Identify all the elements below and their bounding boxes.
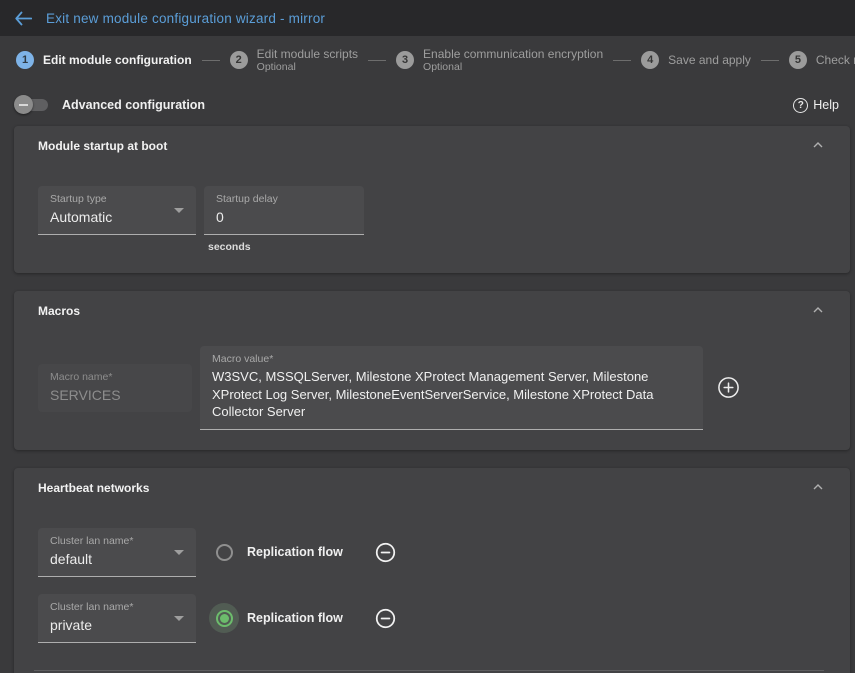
startup-type-value: Automatic (50, 208, 184, 226)
toggle-knob-minus-icon (14, 95, 33, 114)
cluster-lan-value: private (50, 616, 184, 634)
stepper-connector (368, 60, 386, 61)
startup-delay-label: Startup delay (216, 193, 352, 206)
cluster-lan-label: Cluster lan name* (50, 601, 184, 614)
step-number: 4 (641, 51, 659, 69)
question-mark-icon: ? (793, 98, 808, 113)
advanced-configuration-label: Advanced configuration (62, 98, 205, 112)
step-edit-module-scripts[interactable]: 2 Edit module scripts Optional (230, 48, 358, 73)
step-number: 5 (789, 51, 807, 69)
step-label: Save and apply (668, 54, 751, 67)
macros-row: Macro name* SERVICES Macro value* W3SVC,… (38, 346, 826, 430)
step-sublabel: Optional (423, 61, 603, 73)
chevron-down-icon (174, 616, 184, 621)
card-macros: Macros Macro name* SERVICES Macro value*… (14, 291, 850, 450)
add-macro-button[interactable] (717, 376, 740, 399)
radio-circle (216, 610, 233, 627)
startup-type-label: Startup type (50, 193, 184, 206)
replication-flow-radio[interactable] (209, 537, 239, 567)
step-enable-communication-encryption[interactable]: 3 Enable communication encryption Option… (396, 48, 603, 73)
circled-plus-icon (717, 376, 740, 399)
chevron-up-icon[interactable] (810, 304, 826, 316)
step-label: Check result (816, 54, 855, 67)
card-header: Module startup at boot (38, 139, 826, 153)
startup-type-select[interactable]: Startup type Automatic (38, 186, 196, 235)
startup-delay-value: 0 (216, 208, 352, 226)
step-label: Edit module configuration (43, 54, 192, 67)
chevron-down-icon (174, 208, 184, 213)
startup-fields-row: Startup type Automatic Startup delay 0 s… (38, 186, 826, 253)
macro-name-label: Macro name* (50, 371, 180, 384)
step-number: 2 (230, 51, 248, 69)
step-save-and-apply[interactable]: 4 Save and apply (641, 51, 751, 69)
toolbar-row: Advanced configuration ? Help (0, 84, 855, 126)
chevron-up-icon[interactable] (810, 481, 826, 493)
startup-delay-helper: seconds (208, 241, 364, 253)
step-number: 3 (396, 51, 414, 69)
cluster-lan-label: Cluster lan name* (50, 535, 184, 548)
chevron-down-icon (174, 550, 184, 555)
help-label: Help (813, 98, 839, 112)
card-header: Heartbeat networks (38, 481, 826, 495)
cluster-lan-value: default (50, 550, 184, 568)
help-button[interactable]: ? Help (793, 98, 839, 113)
radio-dot (220, 614, 229, 623)
replication-flow-label: Replication flow (247, 611, 343, 625)
wizard-exit-title[interactable]: Exit new module configuration wizard - m… (46, 11, 325, 26)
step-check-result[interactable]: 5 Check result (789, 51, 855, 69)
macro-value-value: W3SVC, MSSQLServer, Milestone XProtect M… (212, 368, 691, 421)
remove-network-button[interactable] (375, 608, 396, 629)
startup-delay-input[interactable]: Startup delay 0 (204, 186, 364, 235)
cluster-lan-name-select[interactable]: Cluster lan name* private (38, 594, 196, 643)
macro-value-input[interactable]: Macro value* W3SVC, MSSQLServer, Milesto… (200, 346, 703, 430)
circled-minus-icon (375, 542, 396, 563)
wizard-stepper: 1 Edit module configuration 2 Edit modul… (0, 36, 855, 84)
heartbeat-row: Cluster lan name* private Replication fl… (38, 594, 826, 643)
macro-name-input: Macro name* SERVICES (38, 364, 192, 412)
back-arrow-icon[interactable] (14, 11, 32, 26)
radio-circle (216, 544, 233, 561)
card-module-startup: Module startup at boot Startup type Auto… (14, 126, 850, 273)
chevron-up-icon[interactable] (810, 139, 826, 151)
replication-flow-label: Replication flow (247, 545, 343, 559)
card-heartbeat-networks: Heartbeat networks Cluster lan name* def… (14, 468, 850, 673)
step-number: 1 (16, 51, 34, 69)
step-label: Enable communication encryption (423, 48, 603, 61)
step-label: Edit module scripts (257, 48, 358, 61)
topbar: Exit new module configuration wizard - m… (0, 0, 855, 36)
advanced-configuration-toggle[interactable] (14, 95, 54, 115)
stepper-connector (761, 60, 779, 61)
macro-name-value: SERVICES (50, 386, 180, 404)
card-title: Macros (38, 304, 80, 318)
card-title: Heartbeat networks (38, 481, 149, 495)
section-divider (34, 670, 824, 671)
step-sublabel: Optional (257, 61, 358, 73)
heartbeat-row: Cluster lan name* default Replication fl… (38, 528, 826, 577)
macro-value-label: Macro value* (212, 353, 691, 366)
circled-minus-icon (375, 608, 396, 629)
replication-flow-radio-selected[interactable] (209, 603, 239, 633)
cluster-lan-name-select[interactable]: Cluster lan name* default (38, 528, 196, 577)
remove-network-button[interactable] (375, 542, 396, 563)
stepper-connector (613, 60, 631, 61)
step-edit-module-configuration[interactable]: 1 Edit module configuration (16, 51, 192, 69)
card-title: Module startup at boot (38, 139, 167, 153)
stepper-connector (202, 60, 220, 61)
card-header: Macros (38, 304, 826, 318)
